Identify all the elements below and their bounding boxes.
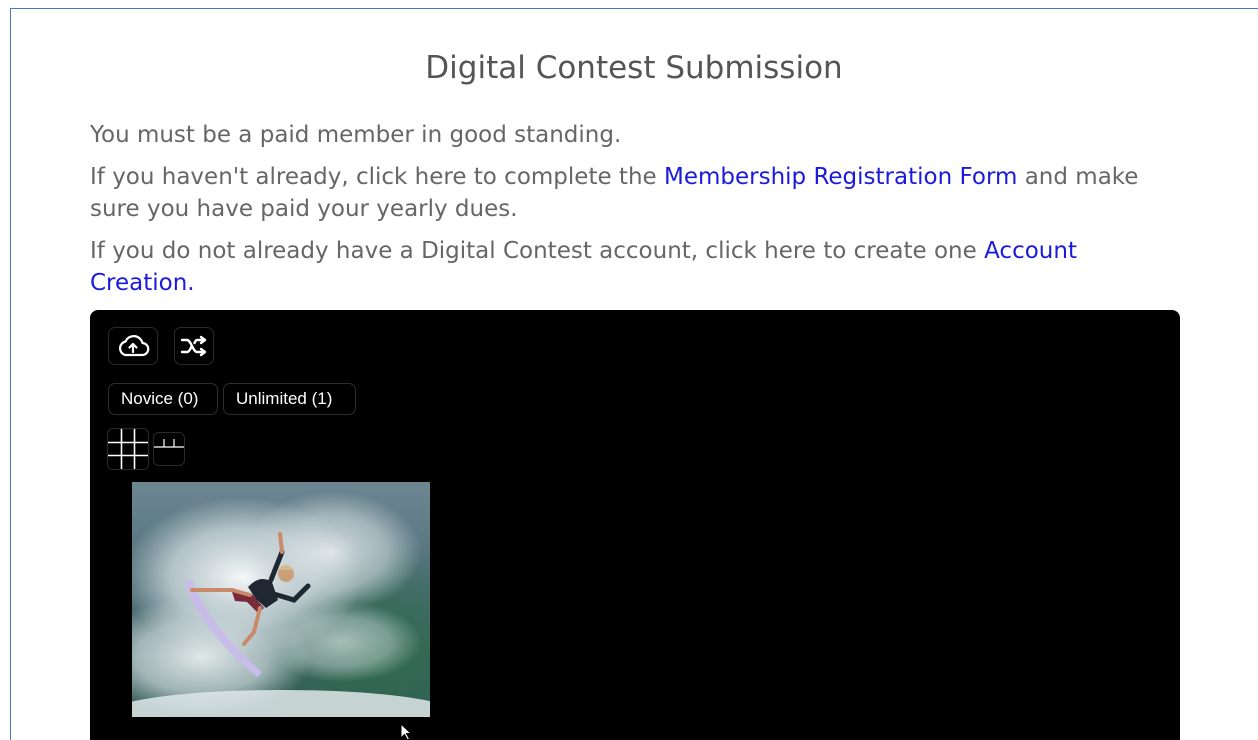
grid-view-button[interactable] <box>107 428 149 470</box>
membership-registration-link[interactable]: Membership Registration Form <box>664 164 1017 190</box>
grid-view-icon <box>108 429 148 469</box>
mouse-cursor-icon <box>400 724 413 740</box>
single-view-icon <box>154 439 184 448</box>
contest-panel: Novice (0) Unlimited (1) <box>90 310 1180 740</box>
shuffle-icon <box>180 335 207 357</box>
shuffle-button[interactable] <box>174 327 214 365</box>
tab-unlimited[interactable]: Unlimited (1) <box>223 383 356 415</box>
surfer-photo[interactable] <box>132 482 430 717</box>
membership-requirement-text: You must be a paid member in good standi… <box>90 122 622 148</box>
cloud-upload-icon <box>119 335 150 357</box>
account-instructions: If you do not already have a Digital Con… <box>90 238 1077 296</box>
single-view-button[interactable] <box>153 432 185 466</box>
upload-button[interactable] <box>108 327 158 365</box>
page-title: Digital Contest Submission <box>425 50 843 86</box>
registration-instructions: If you haven't already, click here to co… <box>90 164 1139 222</box>
tab-novice[interactable]: Novice (0) <box>108 383 218 415</box>
